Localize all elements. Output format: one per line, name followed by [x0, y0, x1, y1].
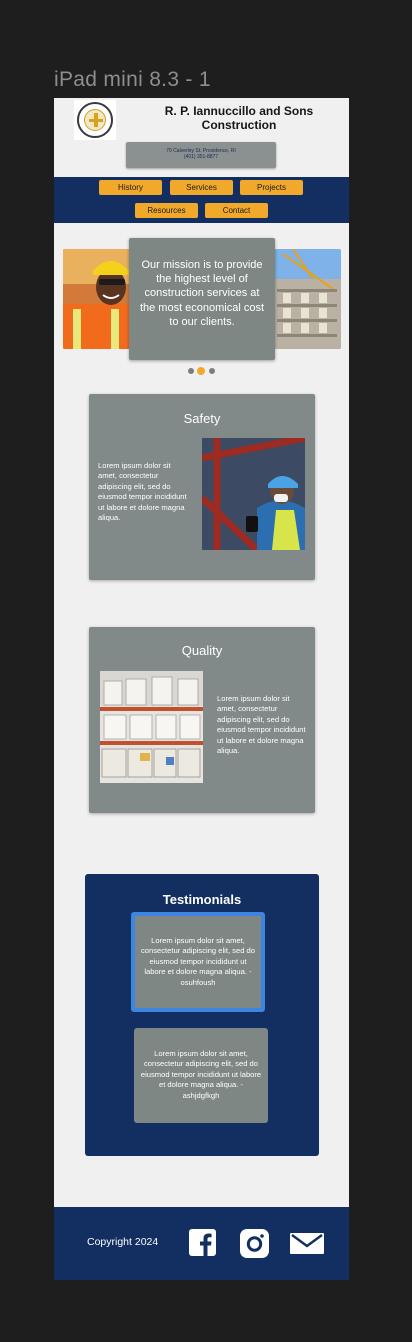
nav-resources-button[interactable]: Resources	[135, 203, 198, 218]
nav-services-button[interactable]: Services	[170, 180, 233, 195]
safety-worker-image	[202, 438, 305, 550]
carousel-dot-1[interactable]	[188, 368, 194, 374]
nav-projects-button[interactable]: Projects	[240, 180, 303, 195]
quality-card: Quality Lorem ipsum dolor sit amet, cons…	[89, 627, 315, 813]
hero-worker-image[interactable]	[63, 249, 131, 349]
safety-card: Safety Lorem ipsum dolor sit amet, conse…	[89, 394, 315, 580]
nav-contact-button[interactable]: Contact	[205, 203, 268, 218]
company-logo[interactable]	[74, 100, 116, 140]
company-name: R. P. Iannuccillo and Sons Construction	[164, 104, 314, 132]
carousel-dot-2-active[interactable]	[197, 367, 205, 375]
nav-history-button[interactable]: History	[99, 180, 162, 195]
logo-seal-icon	[77, 102, 113, 138]
facebook-icon[interactable]	[189, 1229, 216, 1260]
testimonials-section: Testimonials Lorem ipsum dolor sit amet,…	[85, 874, 319, 1156]
testimonial-card-active[interactable]: Lorem ipsum dolor sit amet, consectetur …	[131, 912, 265, 1012]
address-box: 70 Calverley St. Providence, RI (401) 35…	[126, 142, 276, 168]
ipad-page: R. P. Iannuccillo and Sons Construction …	[54, 98, 349, 1280]
copyright-text: Copyright 2024	[87, 1236, 159, 1248]
safety-text: Lorem ipsum dolor sit amet, consectetur …	[98, 461, 187, 523]
address-phone: (401) 351-8877	[183, 154, 219, 160]
quality-materials-image	[100, 671, 203, 783]
quality-title: Quality	[181, 643, 223, 658]
mail-icon[interactable]	[290, 1233, 324, 1258]
testimonial-card[interactable]: Lorem ipsum dolor sit amet, consectetur …	[134, 1028, 268, 1123]
testimonials-title: Testimonials	[162, 892, 242, 907]
footer: Copyright 2024	[54, 1207, 349, 1280]
hero-building-image[interactable]	[273, 249, 341, 349]
safety-title: Safety	[183, 411, 221, 426]
nav-bar: History Services Projects Resources Cont…	[54, 177, 349, 223]
frame-label: iPad mini 8.3 - 1	[54, 68, 211, 91]
mission-statement: Our mission is to provide the highest le…	[129, 238, 275, 360]
instagram-icon[interactable]	[240, 1229, 269, 1262]
carousel-dot-3[interactable]	[209, 368, 215, 374]
quality-text: Lorem ipsum dolor sit amet, consectetur …	[217, 694, 306, 756]
